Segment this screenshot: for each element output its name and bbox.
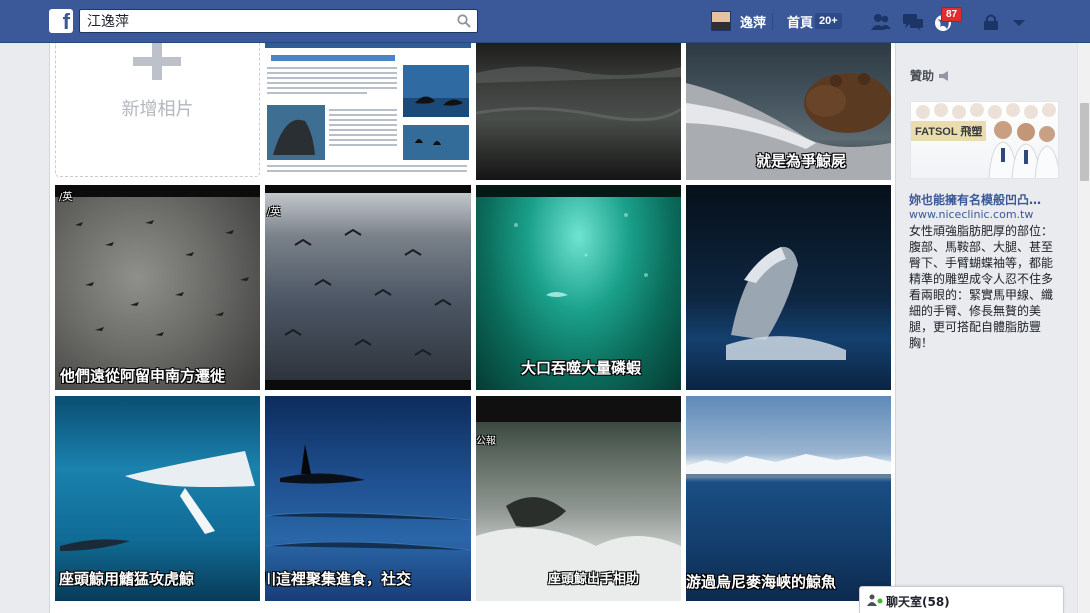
facebook-logo-icon[interactable]: f xyxy=(49,9,73,33)
privacy-shortcuts-icon[interactable] xyxy=(981,12,1003,32)
profile-link[interactable]: 逸萍 xyxy=(711,11,766,31)
search-box[interactable] xyxy=(79,9,478,33)
photo-thumbnail-bear-whale[interactable]: 就是為爭鯨屍 xyxy=(686,43,891,180)
photo-thumbnail-whale-breach[interactable] xyxy=(686,185,891,390)
friend-requests-icon[interactable] xyxy=(870,12,892,32)
ad-brand-label: FATSOL 飛塑 xyxy=(911,121,987,141)
ad-title-link[interactable]: 妳也能擁有名模般凹凸… xyxy=(909,191,1061,208)
photo-caption: 就是為爭鯨屍 xyxy=(756,152,847,170)
sponsored-title: 贊助 xyxy=(910,69,935,83)
photo-caption: 川這裡聚集進食，社交 xyxy=(265,570,412,588)
search-icon[interactable] xyxy=(457,14,471,28)
whale-breach-image xyxy=(726,246,846,360)
chat-people-icon xyxy=(867,594,883,606)
photo-thumbnail-dark-ocean[interactable] xyxy=(476,43,681,180)
photo-caption: 座頭鯨出手相助 xyxy=(548,572,640,587)
nav-divider xyxy=(772,13,773,30)
search-input[interactable] xyxy=(80,10,440,32)
photo-thumbnail-article[interactable] xyxy=(265,43,471,180)
photo-caption: 座頭鯨用鰭猛攻虎鯨 xyxy=(59,570,195,588)
photo-thumbnail-straits[interactable]: 游過烏尼麥海峽的鯨魚 xyxy=(686,396,891,601)
add-photo-label: 新增相片 xyxy=(121,99,194,120)
plus-icon-bar xyxy=(133,57,181,66)
photo-corner-label: /英 xyxy=(267,207,281,218)
chat-sidebar-button[interactable]: 聊天室(58) xyxy=(859,586,1064,613)
scrollbar-thumb[interactable] xyxy=(1080,103,1089,181)
profile-name[interactable]: 逸萍 xyxy=(740,12,766,31)
photo-caption: 他們遠從阿留申南方遷徙 xyxy=(60,367,226,385)
add-photo-button[interactable]: 新增相片 xyxy=(55,43,260,177)
home-count-badge[interactable]: 20+ xyxy=(815,13,842,29)
photo-caption: 大口吞噬大量磷蝦 xyxy=(521,359,642,377)
notification-count-badge[interactable]: 87 xyxy=(941,7,963,22)
avatar[interactable] xyxy=(711,11,731,31)
photo-thumbnail-splash[interactable]: 公報 座頭鯨出手相助 xyxy=(476,396,681,601)
photo-corner-label: 公報 xyxy=(476,436,496,447)
home-link[interactable]: 首頁 xyxy=(787,12,813,31)
messages-icon[interactable] xyxy=(902,12,924,32)
chat-label: 聊天室(58) xyxy=(886,595,950,609)
ad-body-text: 女性頑強脂肪肥厚的部位：腹部、馬鞍部、大腿、甚至臀下、手臂蝴蝶袖等，都能精準的雕… xyxy=(909,224,1054,350)
dark-ocean-image xyxy=(476,66,681,122)
photo-corner-label: /英 xyxy=(59,192,73,203)
article-page-image xyxy=(265,43,471,172)
photo-thumbnail-orca[interactable]: 川這裡聚集進食，社交 xyxy=(265,396,471,601)
ad-image[interactable]: FATSOL 飛塑 xyxy=(910,101,1059,179)
page-scrollbar[interactable] xyxy=(1077,43,1090,613)
seabirds-image xyxy=(55,185,260,336)
photo-thumbnail-humpback[interactable]: 座頭鯨用鰭猛攻虎鯨 xyxy=(55,396,260,601)
top-navigation-bar: f 逸萍 首頁 20+ 87 xyxy=(0,0,1090,43)
ad-url[interactable]: www.niceclinic.com.tw xyxy=(909,208,1033,221)
photo-thumbnail-krill-feeding[interactable]: 大口吞噬大量磷蝦 xyxy=(476,185,681,390)
sponsored-header: 贊助 xyxy=(910,67,950,84)
photo-thumbnail-seabirds[interactable]: /英 他們遠從阿留申南方遷徙 xyxy=(55,185,260,390)
megaphone-icon xyxy=(939,70,949,81)
photo-thumbnail-seabirds-flight[interactable]: /英 xyxy=(265,185,471,390)
account-menu-chevron-down-icon[interactable] xyxy=(1008,12,1030,32)
